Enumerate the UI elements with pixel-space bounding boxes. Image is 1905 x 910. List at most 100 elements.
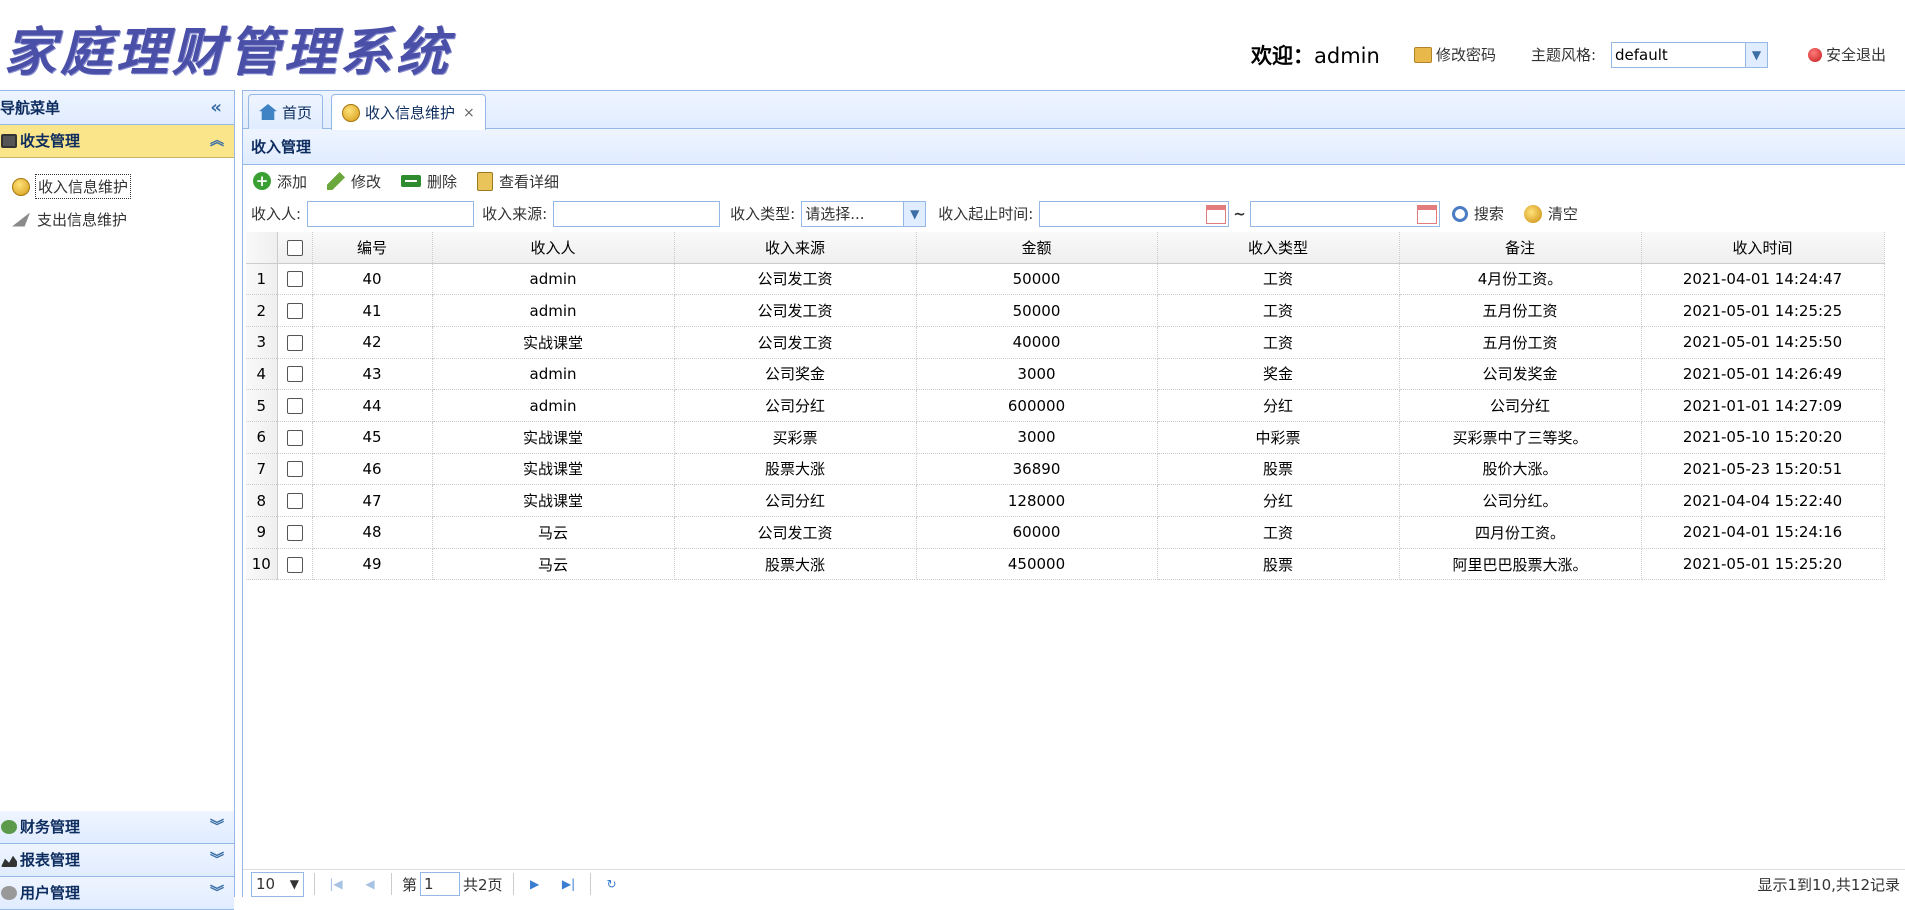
start-date-input[interactable] [1039, 200, 1230, 227]
row-checkbox[interactable] [286, 429, 303, 446]
accordion-income-expense[interactable]: 收支管理 ︽ [0, 125, 234, 158]
row-select-cell[interactable] [277, 326, 313, 359]
table-row[interactable]: 7 46 实战课堂 股票大涨 36890 股票 股价大涨。 2021-05-23 15:20:… [246, 453, 1885, 486]
row-select-cell[interactable] [277, 389, 313, 422]
column-header[interactable]: 编号 [312, 232, 433, 264]
refresh-icon[interactable]: ↻ [601, 873, 623, 895]
income-grid: 编号 收入人 收入来源 金额 收入类型 备注 收入时间 1 40 admin 公司发工… [246, 232, 1885, 581]
next-page-icon[interactable]: ▶ [524, 873, 546, 895]
row-checkbox[interactable] [286, 493, 303, 510]
clear-button[interactable]: 清空 [1523, 203, 1578, 224]
filter-bar: 收入人: 收入来源: 收入类型: 请选择... ▼ 收入起止时间: ~ 搜索 清… [243, 197, 1905, 230]
table-row[interactable]: 8 47 实战课堂 公司分红 128000 分红 公司分红。 2021-04-04 15:22… [246, 484, 1885, 517]
table-cell: 40000 [916, 326, 1158, 359]
table-cell: 公司发工资 [674, 263, 917, 296]
row-select-cell[interactable] [277, 484, 313, 517]
row-number: 4 [246, 358, 278, 391]
tab-home[interactable]: 首页 [248, 94, 324, 129]
row-checkbox[interactable] [286, 303, 303, 320]
column-header[interactable]: 收入时间 [1641, 232, 1885, 264]
change-password-link[interactable]: 修改密码 [1414, 44, 1496, 65]
add-button[interactable]: + 添加 [253, 171, 307, 192]
row-select-cell[interactable] [277, 516, 313, 549]
last-page-icon[interactable]: ▶| [558, 873, 580, 895]
row-select-cell[interactable] [277, 263, 313, 296]
table-row[interactable]: 6 45 实战课堂 买彩票 3000 中彩票 买彩票中了三等奖。 2021-05-10 15:… [246, 421, 1885, 454]
search-button[interactable]: 搜索 [1451, 203, 1504, 224]
page-number-input[interactable]: 1 [420, 872, 461, 896]
table-row[interactable]: 10 49 马云 股票大涨 450000 股票 阿里巴巴股票大涨。 2021-05-01 15… [246, 548, 1885, 581]
accordion-users[interactable]: 用户管理 ︾ [0, 877, 234, 910]
type-select[interactable]: 请选择... ▼ [801, 200, 927, 227]
row-select-cell[interactable] [277, 421, 313, 454]
table-row[interactable]: 1 40 admin 公司发工资 50000 工资 4月份工资。 2021-04-01 14:… [246, 263, 1885, 296]
table-cell: 股价大涨。 [1399, 453, 1642, 486]
row-select-cell[interactable] [277, 453, 313, 486]
chevron-down-icon[interactable]: ▼ [903, 201, 926, 226]
detail-button[interactable]: 查看详细 [477, 171, 559, 192]
first-page-icon[interactable]: |◀ [325, 873, 347, 895]
table-body: 1 40 admin 公司发工资 50000 工资 4月份工资。 2021-04-01 14:… [246, 263, 1885, 581]
table-row[interactable]: 9 48 马云 公司发工资 60000 工资 四月份工资。 2021-04-01 15:24:… [246, 516, 1885, 549]
column-header[interactable]: 收入人 [432, 232, 675, 264]
search-icon [1451, 205, 1468, 222]
table-cell: 四月份工资。 [1399, 516, 1642, 549]
edit-button[interactable]: 修改 [327, 171, 381, 192]
column-header[interactable]: 金额 [916, 232, 1158, 264]
table-cell: 实战课堂 [432, 326, 675, 359]
row-checkbox[interactable] [286, 524, 303, 541]
column-header[interactable]: 备注 [1399, 232, 1642, 264]
table-cell: 128000 [916, 484, 1158, 517]
row-checkbox[interactable] [286, 556, 303, 573]
chevron-down-icon[interactable]: ▼ [1745, 43, 1767, 67]
table-row[interactable]: 3 42 实战课堂 公司发工资 40000 工资 五月份工资 2021-05-01 14:25… [246, 326, 1885, 359]
tab-income[interactable]: 收入信息维护 × [331, 94, 486, 130]
nav-item-expense[interactable]: 支出信息维护 [0, 203, 234, 236]
logout-link[interactable]: 安全退出 [1808, 44, 1886, 65]
table-row[interactable]: 5 44 admin 公司分红 600000 分红 公司分红 2021-01-01 14:27… [246, 389, 1885, 422]
row-checkbox[interactable] [286, 366, 303, 383]
end-date-input[interactable] [1249, 200, 1440, 227]
row-select-cell[interactable] [277, 548, 313, 581]
column-header[interactable]: 收入来源 [674, 232, 917, 264]
prev-page-icon[interactable]: ◀ [359, 873, 381, 895]
table-cell: 3000 [916, 421, 1158, 454]
chevron-down-icon[interactable]: ︾ [210, 844, 224, 877]
delete-button[interactable]: 删除 [401, 171, 457, 192]
search-label: 搜索 [1473, 205, 1504, 223]
column-header[interactable]: 收入类型 [1157, 232, 1400, 264]
table-row[interactable]: 4 43 admin 公司奖金 3000 奖金 公司发奖金 2021-05-01 14:26:… [246, 358, 1885, 391]
row-select-cell[interactable] [277, 358, 313, 391]
chevron-down-icon[interactable]: ︾ [210, 811, 224, 844]
row-select-cell[interactable] [277, 294, 313, 327]
calendar-icon[interactable] [1416, 204, 1437, 224]
row-checkbox[interactable] [286, 271, 303, 288]
collapse-left-icon[interactable]: « [210, 91, 222, 125]
close-icon[interactable]: × [463, 105, 475, 121]
row-checkbox[interactable] [286, 461, 303, 478]
select-all-cell[interactable] [277, 232, 313, 264]
chevron-down-icon[interactable]: ▼ [290, 873, 299, 896]
select-all-checkbox[interactable] [286, 239, 303, 256]
chevron-up-icon[interactable]: ︽ [210, 125, 224, 158]
table-row[interactable]: 2 41 admin 公司发工资 50000 工资 五月份工资 2021-05-01 14:2… [246, 294, 1885, 327]
nav-item-income[interactable]: 收入信息维护 [0, 170, 234, 203]
nav-title-label: 导航菜单 [0, 99, 61, 117]
change-password-label: 修改密码 [1436, 46, 1497, 64]
source-input[interactable] [553, 200, 721, 227]
person-input[interactable] [307, 200, 475, 227]
row-checkbox[interactable] [286, 398, 303, 415]
table-cell: admin [432, 358, 675, 391]
accordion-finance[interactable]: 财务管理 ︾ [0, 811, 234, 844]
chevron-down-icon[interactable]: ︾ [210, 877, 224, 910]
main-area: 首页 收入信息维护 × 收入管理 + 添加 修改 删除 查看详细 收入人: 收入… [242, 90, 1905, 898]
table-cell: 买彩票中了三等奖。 [1399, 421, 1642, 454]
table-cell: 马云 [432, 516, 675, 549]
calendar-icon[interactable] [1206, 204, 1227, 224]
row-number: 7 [246, 453, 278, 486]
row-checkbox[interactable] [286, 334, 303, 351]
table-cell: 公司分红。 [1399, 484, 1642, 517]
page-size-select[interactable]: 10 ▼ [251, 871, 304, 897]
accordion-reports[interactable]: 报表管理 ︾ [0, 844, 234, 877]
theme-select[interactable]: default ▼ [1611, 42, 1768, 68]
